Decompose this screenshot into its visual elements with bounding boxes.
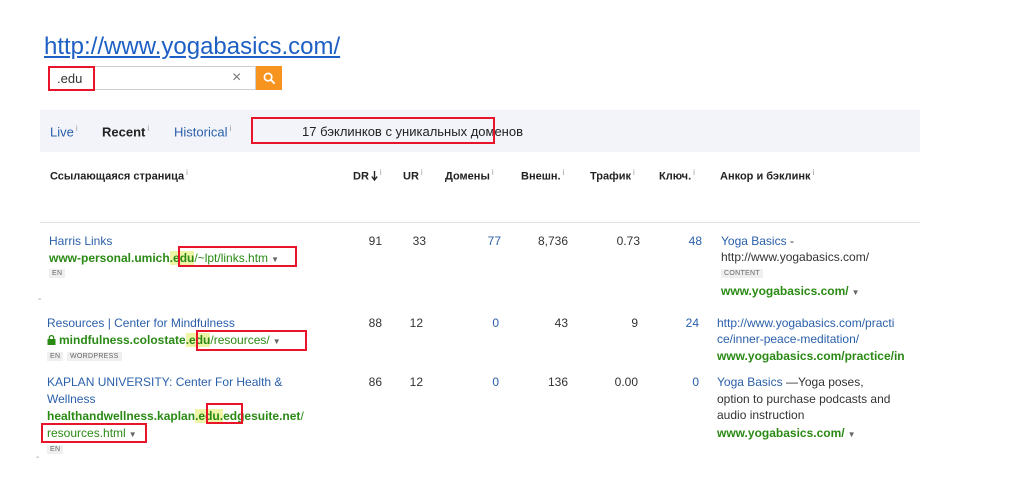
column-header-page[interactable]: Ссылающаяся страница i (50, 168, 188, 183)
info-icon: i (562, 168, 565, 177)
lock-icon (47, 335, 56, 345)
tab-historical[interactable]: Historical i (174, 124, 231, 139)
backlinks-summary: 17 бэклинков с уникальных доменов (302, 124, 523, 139)
external-value: 43 (554, 316, 568, 330)
anchor-link[interactable]: http://www.yogabasics.com/practi (717, 315, 894, 331)
caret-down-icon[interactable]: ▼ (848, 430, 856, 439)
dr-value: 88 (368, 316, 382, 330)
header-divider (40, 222, 920, 223)
clear-icon[interactable]: × (232, 69, 241, 87)
anchor-link-line[interactable]: ce/inner-peace-meditation/ (717, 331, 859, 347)
anchor-text: Yoga Basics —Yoga poses, (717, 375, 864, 389)
referring-page-title[interactable]: KAPLAN UNIVERSITY: Center For Health & We… (47, 374, 282, 408)
content-tag: CONTENT (721, 269, 763, 278)
anchor-link[interactable]: Yoga Basics (721, 234, 787, 248)
column-header-ur[interactable]: UR i (403, 168, 423, 183)
domains-value[interactable]: 0 (465, 316, 499, 330)
language-tag: EN (47, 445, 64, 454)
tab-live[interactable]: Live i (50, 124, 78, 139)
language-tag: EN (47, 352, 64, 361)
info-icon: i (491, 168, 494, 177)
column-header-anchor[interactable]: Анкор и бэклинк i (720, 168, 814, 183)
column-header-dr[interactable]: DR i (353, 168, 382, 183)
info-icon: i (693, 168, 695, 177)
search-box: × (48, 66, 282, 90)
anchor-text-line: option to purchase podcasts and (717, 392, 891, 406)
caret-down-icon[interactable]: ▼ (271, 255, 279, 264)
info-icon: i (186, 168, 188, 177)
info-icon: i (379, 168, 382, 177)
column-header-keywords[interactable]: Ключ. i (659, 168, 695, 183)
external-value: 136 (547, 375, 568, 389)
referring-page-url[interactable]: www-personal.umich.edu/~lpt/links.htm ▼ (49, 250, 279, 268)
info-icon: i (812, 168, 815, 177)
info-icon: i (229, 124, 232, 133)
caret-down-icon[interactable]: ▼ (852, 288, 860, 297)
anchor-text: Yoga Basics - (721, 234, 794, 248)
caret-down-icon[interactable]: ▼ (129, 430, 137, 439)
referring-page-title[interactable]: Harris Links (49, 233, 112, 250)
dr-value: 91 (368, 234, 382, 248)
site-url[interactable]: http://www.yogabasics.com/ (44, 33, 340, 61)
column-header-domains[interactable]: Домены i (445, 168, 494, 183)
traffic-value: 0.00 (614, 375, 638, 389)
traffic-value: 9 (631, 316, 638, 330)
info-icon: i (147, 124, 150, 133)
tabs-bar: Live i Recent i Historical i 17 бэклинков с… (40, 110, 920, 152)
ur-value: 12 (409, 375, 423, 389)
keywords-value[interactable]: 48 (670, 234, 702, 248)
referring-page-title[interactable]: Resources | Center for Mindfulness (47, 315, 235, 332)
ur-value: 12 (409, 316, 423, 330)
sort-down-icon (371, 170, 378, 181)
margin-tick: - (36, 452, 40, 463)
backlink-url[interactable]: www.yogabasics.com/▼ (717, 425, 856, 443)
tab-recent[interactable]: Recent i (102, 124, 149, 139)
ur-value: 33 (412, 234, 426, 248)
info-icon: i (633, 168, 635, 177)
column-header-traffic[interactable]: Трафик i (590, 168, 635, 183)
search-button[interactable] (256, 66, 282, 90)
external-value: 8,736 (537, 234, 568, 248)
domains-value[interactable]: 0 (465, 375, 499, 389)
search-input[interactable] (48, 66, 256, 90)
referring-page-url[interactable]: healthandwellness.kaplan.edu.edgesuite.n… (47, 408, 304, 424)
info-icon: i (420, 168, 423, 177)
referring-page-url[interactable]: mindfulness.colostate.edu/resources/▼ (47, 332, 281, 350)
anchor-link[interactable]: Yoga Basics (717, 375, 783, 389)
traffic-value: 0.73 (616, 234, 640, 248)
referring-page-url-path[interactable]: resources.html ▼ (47, 425, 137, 443)
dr-value: 86 (368, 375, 382, 389)
keywords-value[interactable]: 0 (670, 375, 699, 389)
cms-tag: WORDPRESS (67, 352, 122, 361)
margin-tick: - (38, 294, 42, 305)
info-icon: i (75, 124, 78, 133)
keywords-value[interactable]: 24 (670, 316, 699, 330)
anchor-text-line: http://www.yogabasics.com/ (721, 250, 870, 264)
column-header-external[interactable]: Внешн. i (521, 168, 564, 183)
caret-down-icon[interactable]: ▼ (273, 337, 281, 346)
backlink-url[interactable]: www.yogabasics.com/▼ (721, 283, 860, 301)
domains-value[interactable]: 77 (465, 234, 501, 248)
anchor-text-line: audio instruction (717, 408, 805, 422)
language-tag: EN (49, 269, 66, 278)
search-icon (263, 72, 275, 84)
backlink-url[interactable]: www.yogabasics.com/practice/in (717, 348, 905, 364)
